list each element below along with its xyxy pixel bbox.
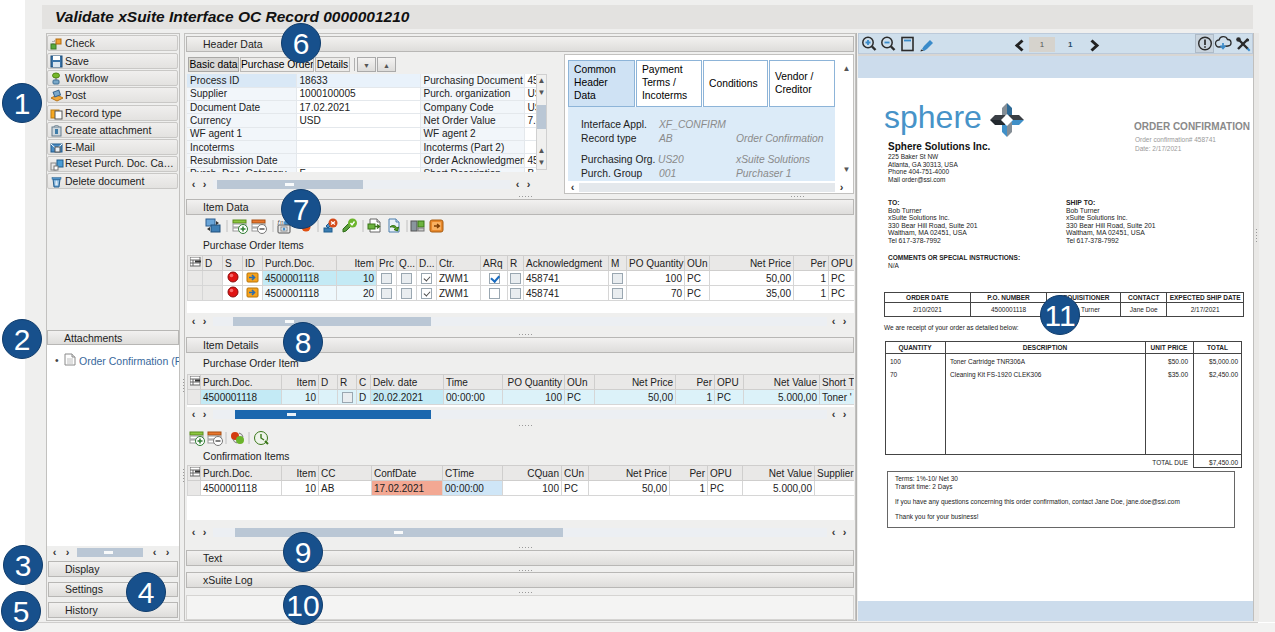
svg-text:ƒn: ƒn [277,219,284,225]
